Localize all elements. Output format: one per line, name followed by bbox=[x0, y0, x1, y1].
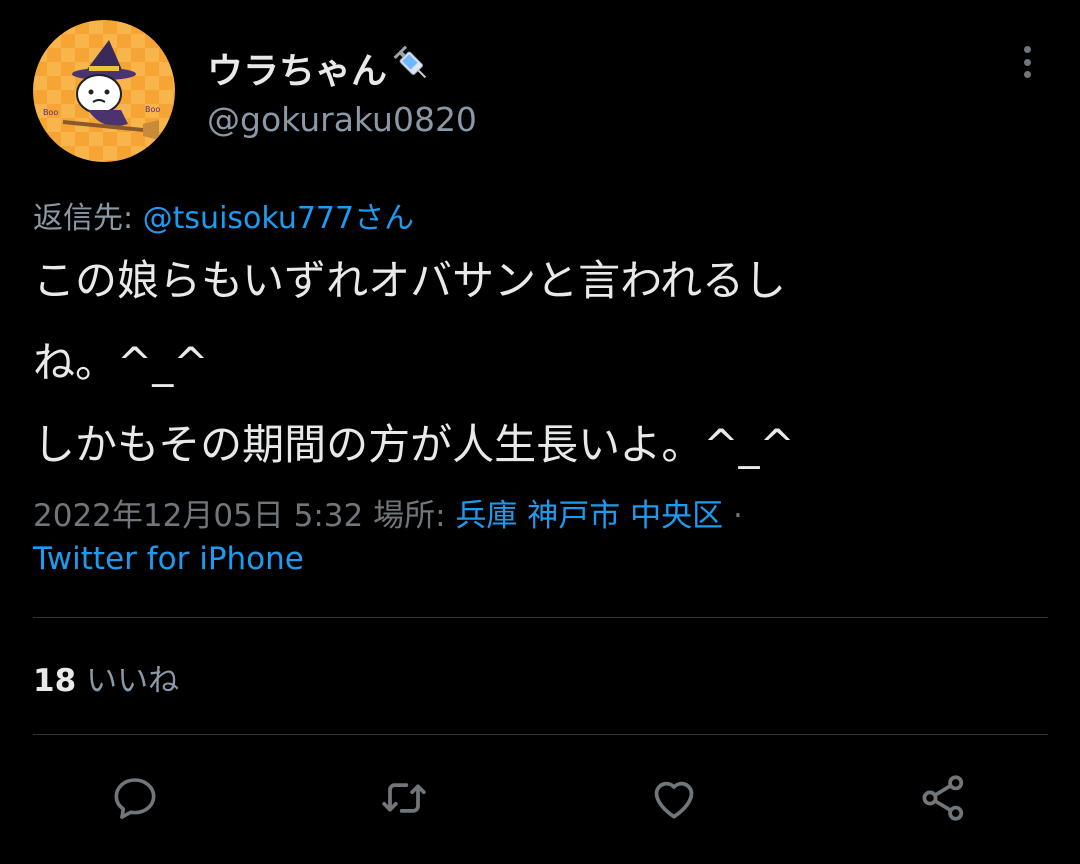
likes-label: いいね bbox=[86, 663, 180, 699]
likes-count: 18 bbox=[33, 663, 77, 699]
like-icon bbox=[654, 781, 694, 819]
share-button[interactable] bbox=[916, 770, 972, 826]
reply-button[interactable] bbox=[107, 770, 163, 826]
meta-separator: · bbox=[723, 498, 743, 534]
location-link[interactable]: 兵庫 神戸市 中央区 bbox=[455, 498, 723, 534]
reply-prefix: 返信先: bbox=[33, 201, 143, 236]
retweet-button[interactable] bbox=[376, 770, 432, 826]
user-handle[interactable]: @gokuraku0820 bbox=[207, 100, 477, 139]
likes-stat[interactable]: 18 いいね bbox=[33, 655, 179, 700]
avatar[interactable]: Boo Boo bbox=[33, 20, 175, 162]
avatar-image: Boo Boo bbox=[43, 40, 160, 140]
divider bbox=[33, 617, 1048, 618]
tweet-text: この娘らもいずれオバサンと言われるし ね。^_^ しかもその期間の方が人生長いよ… bbox=[33, 240, 1033, 486]
replying-to: 返信先: @tsuisoku777さん bbox=[33, 193, 414, 237]
tweet-line: ね。^_^ bbox=[33, 338, 209, 387]
source-link[interactable]: Twitter for iPhone bbox=[33, 541, 304, 577]
tweet-meta: 2022年12月05日 5:32 場所: 兵庫 神戸市 中央区 · bbox=[33, 490, 743, 535]
display-name[interactable]: ウラちゃん bbox=[207, 42, 433, 94]
retweet-icon bbox=[382, 783, 426, 813]
like-button[interactable] bbox=[646, 770, 702, 826]
display-name-text: ウラちゃん bbox=[207, 51, 388, 92]
divider bbox=[33, 734, 1048, 735]
tweet-line: しかもその期間の方が人生長いよ。^_^ bbox=[33, 420, 795, 469]
tweet-line: この娘らもいずれオバサンと言われるし bbox=[33, 256, 787, 305]
svg-text:Boo: Boo bbox=[43, 108, 58, 117]
more-options-icon[interactable] bbox=[1010, 42, 1044, 82]
timestamp[interactable]: 2022年12月05日 5:32 bbox=[33, 498, 373, 534]
reply-to-link[interactable]: @tsuisoku777さん bbox=[143, 201, 414, 236]
syringe-icon bbox=[391, 43, 433, 94]
share-icon bbox=[922, 775, 964, 821]
reply-icon bbox=[114, 778, 156, 819]
svg-text:Boo: Boo bbox=[145, 105, 160, 114]
location-label: 場所: bbox=[373, 498, 456, 534]
